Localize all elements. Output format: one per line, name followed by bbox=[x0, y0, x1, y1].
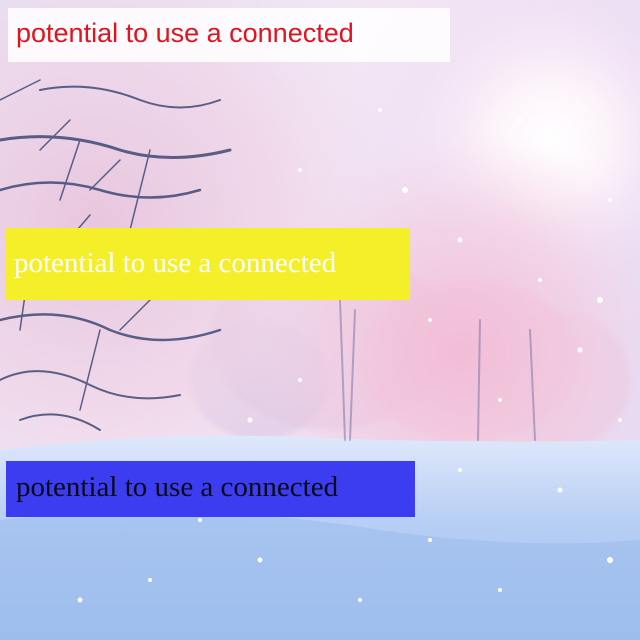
winter-landscape-photo bbox=[0, 0, 640, 640]
caption-bottom: potential to use a connected bbox=[6, 461, 415, 517]
winter-scene bbox=[0, 0, 640, 640]
caption-top: potential to use a connected bbox=[8, 8, 450, 62]
caption-middle: potential to use a connected bbox=[6, 228, 410, 300]
